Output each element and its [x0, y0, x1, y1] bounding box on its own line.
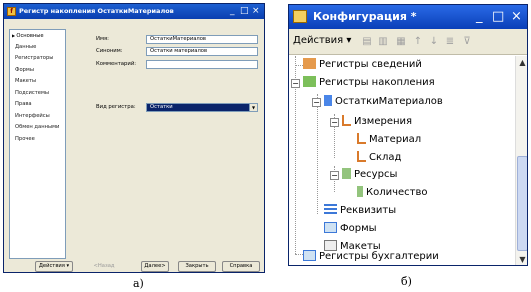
accumulation-register-icon [303, 75, 316, 87]
next-button[interactable]: Далее> [141, 261, 169, 272]
accounting-register-icon [303, 249, 316, 261]
metadata-tree: Регистры сведений − Регистры накопления … [289, 56, 515, 265]
tree-node-label: Регистры сведений [319, 59, 422, 70]
tree-node-label: Количество [366, 187, 428, 198]
register-type-value: Остатки [150, 104, 173, 110]
name-field[interactable]: ОстаткиМатериалов [146, 35, 258, 44]
tree-node-materials-balance[interactable]: ОстаткиМатериалов [324, 93, 443, 111]
move-down-icon[interactable]: ↓ [428, 36, 440, 48]
register-editor-window: f Регистр накопления ОстаткиМатериалов _… [3, 3, 265, 273]
dimension-item-icon [357, 132, 366, 144]
back-button[interactable]: <Назад [90, 261, 118, 272]
tree-node-label: Регистры накопления [319, 77, 435, 88]
collapse-toggle[interactable]: − [312, 98, 321, 107]
sidebar-item-rights[interactable]: Права [10, 99, 65, 111]
app-icon: f [7, 7, 16, 16]
scroll-down-icon[interactable]: ▼ [516, 253, 527, 265]
synonym-label: Синоним: [96, 48, 123, 54]
tree-line [317, 94, 318, 214]
caption-b: б) [401, 275, 412, 288]
title-bar: Конфигурация * _ □ × [289, 5, 527, 29]
register-type-select[interactable]: Остатки ▼ [146, 103, 258, 112]
info-register-icon [303, 57, 316, 69]
window-title: Конфигурация * [313, 10, 417, 23]
filter-icon[interactable]: ⊽ [461, 36, 473, 48]
collapse-toggle[interactable]: − [330, 171, 339, 180]
maximize-button[interactable]: □ [492, 5, 504, 29]
sidebar-item-interfaces[interactable]: Интерфейсы [10, 111, 65, 123]
maximize-button[interactable]: □ [240, 4, 249, 19]
close-window-button[interactable]: × [511, 5, 522, 29]
name-label: Имя: [96, 36, 109, 42]
comment-field[interactable] [146, 60, 258, 69]
sidebar-item-templates[interactable]: Макеты [10, 76, 65, 88]
tree-node-label: Регистры бухгалтерии [319, 251, 439, 262]
synonym-field[interactable]: Остатки материалов [146, 47, 258, 56]
configuration-window: Конфигурация * _ □ × Действия ▾ ▤ ▥ ▦ ↑ … [288, 4, 528, 266]
sidebar-item-registrators[interactable]: Регистраторы [10, 53, 65, 65]
sidebar-item-basic[interactable]: Основные [10, 30, 65, 42]
tree-node-forms[interactable]: Формы [324, 220, 377, 238]
register-item-icon [324, 94, 332, 106]
title-bar: f Регистр накопления ОстаткиМатериалов _… [4, 4, 264, 19]
toolbar: Действия ▾ ▤ ▥ ▦ ↑ ↓ ≣ ⊽ [289, 29, 527, 55]
tree-node-label: Склад [369, 152, 402, 163]
scroll-up-icon[interactable]: ▲ [516, 56, 527, 69]
resource-item-icon [357, 185, 363, 197]
tree-node-info-registers[interactable]: Регистры сведений [303, 56, 422, 74]
collapse-toggle[interactable]: − [330, 118, 339, 127]
dimensions-icon [342, 114, 351, 126]
sidebar-item-forms[interactable]: Формы [10, 65, 65, 77]
chevron-down-icon[interactable]: ▼ [249, 104, 257, 111]
actions-menu-button[interactable]: Действия ▾ [35, 261, 73, 272]
scroll-thumb[interactable] [517, 156, 527, 251]
minimize-button[interactable]: _ [230, 4, 235, 19]
bottom-button-bar: Действия ▾ <Назад Далее> Закрыть Справка [4, 259, 264, 272]
sidebar-item-other[interactable]: Прочее [10, 134, 65, 146]
comment-label: Комментарий: [96, 61, 137, 67]
register-type-label: Вид регистра: [96, 104, 136, 110]
tree-node-label: Ресурсы [354, 169, 398, 180]
close-button[interactable]: Закрыть [178, 261, 216, 272]
sections-sidebar: Основные Данные Регистраторы Формы Макет… [9, 29, 66, 259]
sidebar-item-data-exchange[interactable]: Обмен данными [10, 122, 65, 134]
vertical-scrollbar[interactable]: ▲ ▼ [515, 56, 527, 265]
close-window-button[interactable]: × [252, 4, 260, 19]
tree-node-accumulation-registers[interactable]: Регистры накопления [303, 74, 435, 92]
actions-menu-button[interactable]: Действия ▾ [293, 35, 351, 46]
tree-node-material[interactable]: Материал [357, 131, 421, 149]
sidebar-item-data[interactable]: Данные [10, 42, 65, 54]
tree-node-label: ОстаткиМатериалов [335, 96, 443, 107]
attributes-icon [324, 203, 337, 215]
add-icon[interactable]: ▤ [361, 36, 373, 48]
tree-node-warehouse[interactable]: Склад [357, 149, 401, 167]
tree-node-resources[interactable]: Ресурсы [342, 166, 397, 184]
tree-node-label: Формы [340, 223, 377, 234]
tree-node-label: Материал [369, 134, 422, 145]
window-title: Регистр накопления ОстаткиМатериалов [19, 7, 174, 15]
resources-icon [342, 167, 351, 179]
move-up-icon[interactable]: ↑ [412, 36, 424, 48]
minimize-button[interactable]: _ [476, 5, 483, 29]
tree-node-label: Измерения [354, 116, 413, 127]
sidebar-item-subsystems[interactable]: Подсистемы [10, 88, 65, 100]
dimension-item-icon [357, 150, 366, 162]
tree-node-accounting-registers[interactable]: Регистры бухгалтерии [303, 248, 439, 265]
sort-icon[interactable]: ≣ [444, 36, 456, 48]
tree-node-dimensions[interactable]: Измерения [342, 113, 412, 131]
properties-form: Имя: ОстаткиМатериалов Синоним: Остатки … [72, 29, 262, 259]
forms-icon [324, 221, 337, 233]
tree-node-quantity[interactable]: Количество [357, 184, 428, 202]
tree-node-attributes[interactable]: Реквизиты [324, 202, 396, 220]
configuration-icon [293, 10, 307, 23]
caption-a: а) [133, 277, 144, 290]
tree-node-label: Реквизиты [340, 205, 397, 216]
copy-icon[interactable]: ▥ [377, 36, 389, 48]
collapse-toggle[interactable]: − [291, 79, 300, 88]
edit-icon[interactable]: ▦ [395, 36, 407, 48]
help-button[interactable]: Справка [222, 261, 260, 272]
